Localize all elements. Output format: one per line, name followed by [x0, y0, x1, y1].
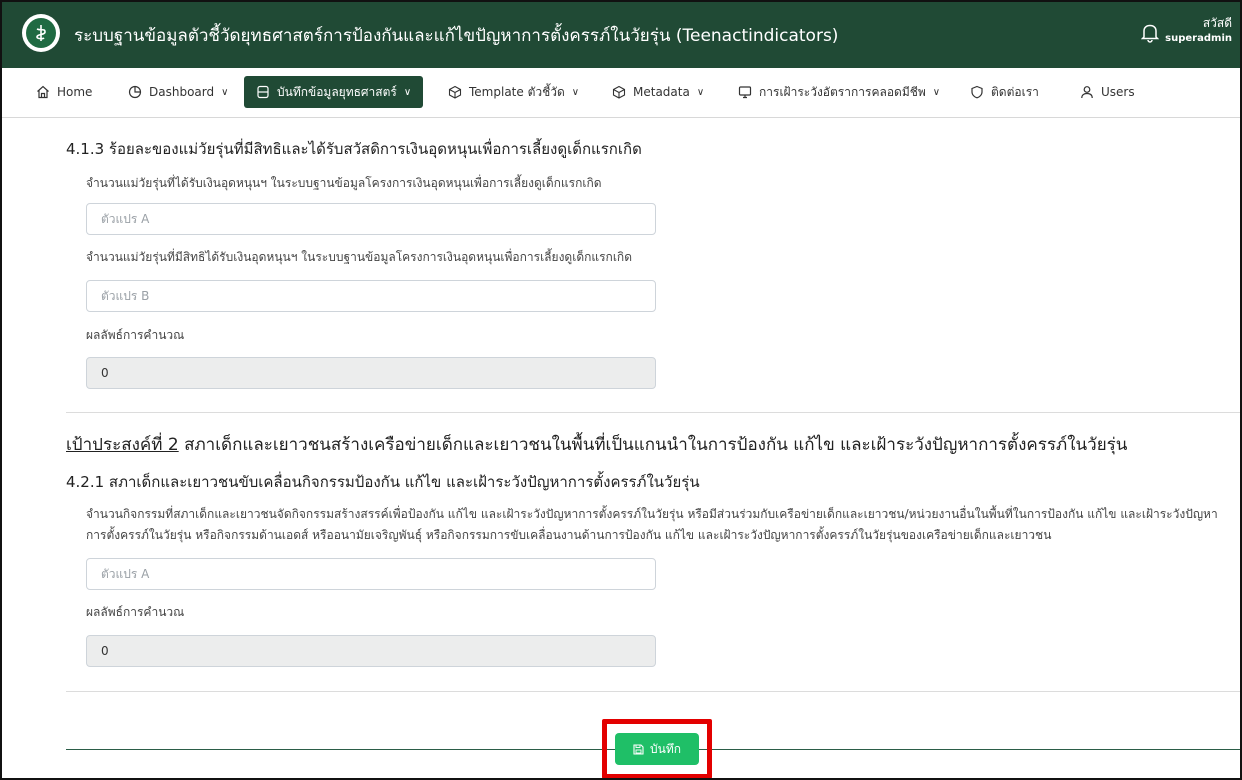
- monitor-icon: [738, 86, 752, 99]
- nav-dashboard[interactable]: Dashboard ∨: [122, 76, 234, 108]
- app-logo: [22, 14, 60, 52]
- goal-2-text: สภาเด็กและเยาวชนสร้างเครือข่ายเด็กและเยา…: [178, 435, 1128, 455]
- pie-chart-icon: [128, 85, 142, 99]
- nav-strategy-data-label: บันทึกข้อมูลยุทธศาสตร์: [277, 84, 397, 99]
- nav-contact-label: ติดต่อเรา: [991, 84, 1039, 99]
- user-role: superadmin: [1165, 33, 1232, 44]
- section-421-variable-a-input[interactable]: ตัวแปร A: [86, 558, 656, 590]
- save-button-label: บันทึก: [650, 741, 681, 756]
- form-content: 4.1.3 ร้อยละของแม่วัยรุ่นที่มีสิทธิและได…: [2, 119, 1240, 778]
- chevron-down-icon: ∨: [571, 86, 580, 98]
- chevron-down-icon: ∨: [221, 86, 229, 98]
- database-icon: [257, 85, 269, 99]
- nav-users-label: Users: [1101, 85, 1135, 99]
- goal-2-title: เป้าประสงค์ที่ 2 สภาเด็กและเยาวชนสร้างเค…: [66, 431, 1127, 458]
- nav-template-label: Template ตัวชี้วัด: [469, 84, 565, 99]
- section-413-label-a: จำนวนแม่วัยรุ่นที่ได้รับเงินอุดหนุนฯ ในร…: [86, 176, 602, 190]
- nav-template[interactable]: Template ตัวชี้วัด ∨: [442, 76, 585, 108]
- section-413-result-label: ผลลัพธ์การคำนวณ: [86, 328, 185, 342]
- section-divider: [66, 412, 1240, 413]
- section-413-variable-b-input[interactable]: ตัวแปร B: [86, 280, 656, 312]
- section-421-title: 4.2.1 สภาเด็กและเยาวชนขับเคลื่อนกิจกรรมป…: [66, 473, 700, 491]
- nav-dashboard-label: Dashboard: [149, 85, 215, 99]
- user-greeting: สวัสดี: [1202, 16, 1232, 30]
- section-421-result-field: 0: [86, 635, 656, 667]
- nav-home-label: Home: [57, 85, 93, 99]
- box-icon: [448, 85, 462, 99]
- nav-users[interactable]: Users: [1074, 76, 1141, 108]
- nav-home[interactable]: Home: [30, 76, 98, 108]
- section-divider: [66, 691, 1240, 692]
- section-413-title: 4.1.3 ร้อยละของแม่วัยรุ่นที่มีสิทธิและได…: [66, 140, 642, 158]
- app-title: ระบบฐานข้อมูลตัวชี้วัดยุทธศาสตร์การป้องก…: [74, 26, 839, 46]
- nav-birth-surveillance[interactable]: การเฝ้าระวังอัตราการคลอดมีชีพ ∨: [732, 76, 946, 108]
- save-button[interactable]: บันทึก: [615, 733, 699, 765]
- section-413-variable-a-input[interactable]: ตัวแปร A: [86, 203, 656, 235]
- bell-icon[interactable]: [1140, 23, 1160, 47]
- nav-contact[interactable]: ติดต่อเรา: [964, 76, 1045, 108]
- main-navbar: Home Dashboard ∨ บันทึกข้อมูลยุทธศาสตร์ …: [2, 68, 1240, 118]
- goal-2-prefix: เป้าประสงค์ที่ 2: [66, 435, 179, 455]
- section-413-label-b: จำนวนแม่วัยรุ่นที่มีสิทธิได้รับเงินอุดหน…: [86, 250, 632, 264]
- nav-metadata-label: Metadata: [633, 85, 690, 99]
- box-icon: [612, 85, 626, 99]
- app-window: ระบบฐานข้อมูลตัวชี้วัดยุทธศาสตร์การป้องก…: [0, 0, 1242, 780]
- floppy-disk-icon: [633, 743, 644, 755]
- chevron-down-icon: ∨: [696, 86, 705, 98]
- nav-birth-surveillance-label: การเฝ้าระวังอัตราการคลอดมีชีพ: [759, 84, 926, 99]
- nav-metadata[interactable]: Metadata ∨: [606, 76, 710, 108]
- chevron-down-icon: ∨: [403, 86, 412, 98]
- chevron-down-icon: ∨: [932, 86, 941, 98]
- user-menu[interactable]: สวัสดี superadmin: [1165, 16, 1232, 46]
- shield-icon: [971, 85, 983, 99]
- user-icon: [1081, 86, 1093, 99]
- section-413-result-field: 0: [86, 357, 656, 389]
- home-icon: [37, 85, 49, 99]
- top-header: ระบบฐานข้อมูลตัวชี้วัดยุทธศาสตร์การป้องก…: [2, 2, 1240, 68]
- nav-strategy-data[interactable]: บันทึกข้อมูลยุทธศาสตร์ ∨: [244, 76, 424, 108]
- section-421-result-label: ผลลัพธ์การคำนวณ: [86, 605, 185, 619]
- section-421-label-a: จำนวนกิจกรรมที่สภาเด็กและเยาวชนจัดกิจกรร…: [86, 507, 1218, 542]
